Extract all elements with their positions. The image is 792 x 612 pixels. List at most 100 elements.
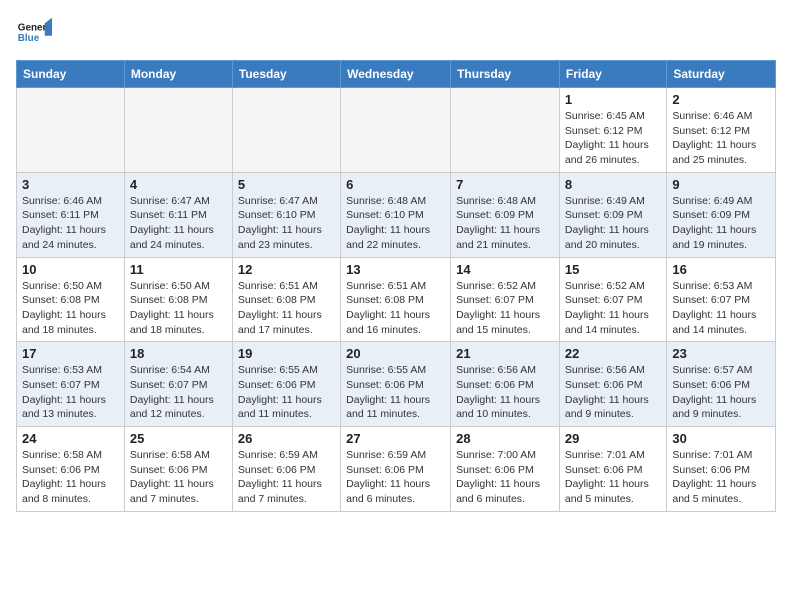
day-number: 20	[346, 346, 445, 361]
day-number: 22	[565, 346, 661, 361]
day-number: 6	[346, 177, 445, 192]
calendar-cell: 22 Sunrise: 6:56 AM Sunset: 6:06 PM Dayli…	[559, 342, 666, 427]
day-number: 21	[456, 346, 554, 361]
calendar-cell: 15 Sunrise: 6:52 AM Sunset: 6:07 PM Dayli…	[559, 257, 666, 342]
weekday-header-friday: Friday	[559, 61, 666, 88]
weekday-header-saturday: Saturday	[667, 61, 776, 88]
day-info: Sunrise: 7:00 AM Sunset: 6:06 PM Dayligh…	[456, 448, 554, 507]
calendar-cell: 29 Sunrise: 7:01 AM Sunset: 6:06 PM Dayli…	[559, 427, 666, 512]
calendar-cell: 20 Sunrise: 6:55 AM Sunset: 6:06 PM Dayli…	[341, 342, 451, 427]
calendar-cell: 30 Sunrise: 7:01 AM Sunset: 6:06 PM Dayli…	[667, 427, 776, 512]
day-number: 1	[565, 92, 661, 107]
calendar-cell: 13 Sunrise: 6:51 AM Sunset: 6:08 PM Dayli…	[341, 257, 451, 342]
calendar-week-row: 10 Sunrise: 6:50 AM Sunset: 6:08 PM Dayli…	[17, 257, 776, 342]
calendar-week-row: 1 Sunrise: 6:45 AM Sunset: 6:12 PM Daylig…	[17, 88, 776, 173]
day-number: 10	[22, 262, 119, 277]
day-number: 27	[346, 431, 445, 446]
day-info: Sunrise: 6:50 AM Sunset: 6:08 PM Dayligh…	[22, 279, 119, 338]
day-number: 13	[346, 262, 445, 277]
calendar-cell: 26 Sunrise: 6:59 AM Sunset: 6:06 PM Dayli…	[232, 427, 340, 512]
day-number: 3	[22, 177, 119, 192]
weekday-header-sunday: Sunday	[17, 61, 125, 88]
day-info: Sunrise: 6:52 AM Sunset: 6:07 PM Dayligh…	[565, 279, 661, 338]
day-number: 17	[22, 346, 119, 361]
calendar-cell: 5Sunrise: 6:47 AM Sunset: 6:10 PM Daylig…	[232, 172, 340, 257]
day-info: Sunrise: 6:53 AM Sunset: 6:07 PM Dayligh…	[672, 279, 770, 338]
weekday-header-thursday: Thursday	[451, 61, 560, 88]
calendar-cell: 18 Sunrise: 6:54 AM Sunset: 6:07 PM Dayli…	[124, 342, 232, 427]
day-number: 24	[22, 431, 119, 446]
day-info: Sunrise: 7:01 AM Sunset: 6:06 PM Dayligh…	[565, 448, 661, 507]
day-info: Sunrise: 6:57 AM Sunset: 6:06 PM Dayligh…	[672, 363, 770, 422]
day-info: Sunrise: 6:59 AM Sunset: 6:06 PM Dayligh…	[346, 448, 445, 507]
day-info: Sunrise: 6:56 AM Sunset: 6:06 PM Dayligh…	[565, 363, 661, 422]
day-info: Sunrise: 6:49 AM Sunset: 6:09 PM Dayligh…	[565, 194, 661, 253]
calendar-cell: 2 Sunrise: 6:46 AM Sunset: 6:12 PM Daylig…	[667, 88, 776, 173]
day-info: Sunrise: 6:54 AM Sunset: 6:07 PM Dayligh…	[130, 363, 227, 422]
weekday-header-wednesday: Wednesday	[341, 61, 451, 88]
calendar-cell: 12 Sunrise: 6:51 AM Sunset: 6:08 PM Dayli…	[232, 257, 340, 342]
day-number: 25	[130, 431, 227, 446]
day-number: 14	[456, 262, 554, 277]
day-info: Sunrise: 6:55 AM Sunset: 6:06 PM Dayligh…	[346, 363, 445, 422]
day-info: Sunrise: 6:55 AM Sunset: 6:06 PM Dayligh…	[238, 363, 335, 422]
calendar-cell: 25 Sunrise: 6:58 AM Sunset: 6:06 PM Dayli…	[124, 427, 232, 512]
calendar-cell: 28 Sunrise: 7:00 AM Sunset: 6:06 PM Dayli…	[451, 427, 560, 512]
day-info: Sunrise: 6:58 AM Sunset: 6:06 PM Dayligh…	[130, 448, 227, 507]
calendar-cell	[341, 88, 451, 173]
logo: General Blue	[16, 16, 52, 52]
day-number: 9	[672, 177, 770, 192]
calendar-cell: 6 Sunrise: 6:48 AM Sunset: 6:10 PM Daylig…	[341, 172, 451, 257]
day-number: 4	[130, 177, 227, 192]
day-number: 15	[565, 262, 661, 277]
day-info: Sunrise: 6:46 AM Sunset: 6:12 PM Dayligh…	[672, 109, 770, 168]
day-info: Sunrise: 6:53 AM Sunset: 6:07 PM Dayligh…	[22, 363, 119, 422]
weekday-header-tuesday: Tuesday	[232, 61, 340, 88]
calendar-cell: 27 Sunrise: 6:59 AM Sunset: 6:06 PM Dayli…	[341, 427, 451, 512]
day-info: Sunrise: 6:58 AM Sunset: 6:06 PM Dayligh…	[22, 448, 119, 507]
day-info: Sunrise: 6:45 AM Sunset: 6:12 PM Dayligh…	[565, 109, 661, 168]
calendar-week-row: 24 Sunrise: 6:58 AM Sunset: 6:06 PM Dayli…	[17, 427, 776, 512]
calendar-week-row: 3 Sunrise: 6:46 AM Sunset: 6:11 PM Daylig…	[17, 172, 776, 257]
day-info: Sunrise: 6:51 AM Sunset: 6:08 PM Dayligh…	[346, 279, 445, 338]
day-number: 7	[456, 177, 554, 192]
day-number: 5	[238, 177, 335, 192]
day-info: Sunrise: 6:56 AM Sunset: 6:06 PM Dayligh…	[456, 363, 554, 422]
calendar-cell: 1 Sunrise: 6:45 AM Sunset: 6:12 PM Daylig…	[559, 88, 666, 173]
calendar-cell: 17 Sunrise: 6:53 AM Sunset: 6:07 PM Dayli…	[17, 342, 125, 427]
day-number: 12	[238, 262, 335, 277]
day-number: 11	[130, 262, 227, 277]
day-info: Sunrise: 6:49 AM Sunset: 6:09 PM Dayligh…	[672, 194, 770, 253]
day-info: Sunrise: 6:51 AM Sunset: 6:08 PM Dayligh…	[238, 279, 335, 338]
day-number: 26	[238, 431, 335, 446]
calendar-cell: 11 Sunrise: 6:50 AM Sunset: 6:08 PM Dayli…	[124, 257, 232, 342]
calendar-cell	[17, 88, 125, 173]
calendar-header-row: SundayMondayTuesdayWednesdayThursdayFrid…	[17, 61, 776, 88]
calendar-cell	[124, 88, 232, 173]
day-number: 30	[672, 431, 770, 446]
day-number: 29	[565, 431, 661, 446]
calendar-cell: 3 Sunrise: 6:46 AM Sunset: 6:11 PM Daylig…	[17, 172, 125, 257]
day-info: Sunrise: 6:52 AM Sunset: 6:07 PM Dayligh…	[456, 279, 554, 338]
logo-icon: General Blue	[16, 16, 52, 52]
day-number: 28	[456, 431, 554, 446]
calendar-cell: 16Sunrise: 6:53 AM Sunset: 6:07 PM Dayli…	[667, 257, 776, 342]
day-number: 2	[672, 92, 770, 107]
calendar-cell: 9 Sunrise: 6:49 AM Sunset: 6:09 PM Daylig…	[667, 172, 776, 257]
calendar-cell: 14 Sunrise: 6:52 AM Sunset: 6:07 PM Dayli…	[451, 257, 560, 342]
day-info: Sunrise: 7:01 AM Sunset: 6:06 PM Dayligh…	[672, 448, 770, 507]
day-info: Sunrise: 6:46 AM Sunset: 6:11 PM Dayligh…	[22, 194, 119, 253]
calendar-table: SundayMondayTuesdayWednesdayThursdayFrid…	[16, 60, 776, 512]
day-info: Sunrise: 6:50 AM Sunset: 6:08 PM Dayligh…	[130, 279, 227, 338]
svg-text:Blue: Blue	[18, 33, 40, 44]
calendar-cell: 23Sunrise: 6:57 AM Sunset: 6:06 PM Dayli…	[667, 342, 776, 427]
day-info: Sunrise: 6:59 AM Sunset: 6:06 PM Dayligh…	[238, 448, 335, 507]
weekday-header-monday: Monday	[124, 61, 232, 88]
calendar-cell: 8Sunrise: 6:49 AM Sunset: 6:09 PM Daylig…	[559, 172, 666, 257]
calendar-week-row: 17 Sunrise: 6:53 AM Sunset: 6:07 PM Dayli…	[17, 342, 776, 427]
day-info: Sunrise: 6:48 AM Sunset: 6:10 PM Dayligh…	[346, 194, 445, 253]
day-info: Sunrise: 6:48 AM Sunset: 6:09 PM Dayligh…	[456, 194, 554, 253]
calendar-cell: 4 Sunrise: 6:47 AM Sunset: 6:11 PM Daylig…	[124, 172, 232, 257]
day-number: 18	[130, 346, 227, 361]
day-info: Sunrise: 6:47 AM Sunset: 6:11 PM Dayligh…	[130, 194, 227, 253]
